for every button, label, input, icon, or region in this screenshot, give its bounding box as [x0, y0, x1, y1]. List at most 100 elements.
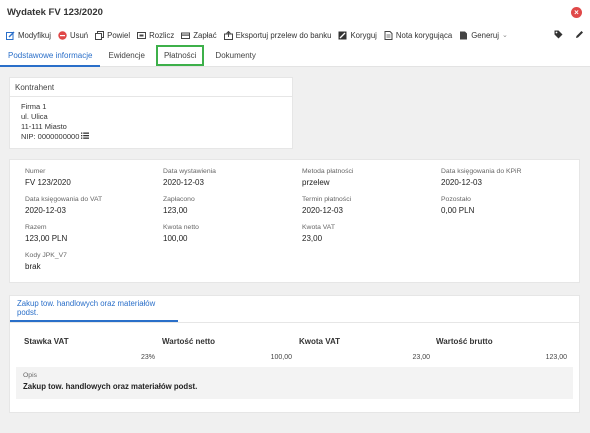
cell-vat-rate: 23% — [140, 354, 155, 361]
pencil-icon[interactable] — [575, 30, 584, 41]
field-net-amount-value: 100,00 — [163, 234, 188, 243]
tab-payments[interactable]: Płatności — [155, 45, 205, 66]
contractor-city: 11-111 Miasto — [21, 122, 67, 131]
close-icon[interactable]: × — [571, 7, 582, 18]
toolbar-right — [554, 26, 584, 44]
contractor-street: ul. Ulica — [21, 112, 48, 121]
window-title: Wydatek FV 123/2020 — [7, 6, 103, 18]
field-paid-label: Zapłacono — [163, 196, 195, 203]
tab-position-category-label: Zakup tow. handlowych oraz materiałów po… — [17, 299, 156, 317]
field-jpk-codes: Kody JPK_V7 brak — [25, 252, 67, 271]
pay-button[interactable]: Zapłać — [181, 30, 217, 40]
field-net-amount: Kwota netto 100,00 — [163, 224, 199, 243]
cell-vat-amount: 23,00 — [412, 354, 430, 361]
description-label: Opis — [23, 372, 37, 379]
field-vat-amount: Kwota VAT 23,00 — [302, 224, 335, 243]
delete-icon — [58, 30, 67, 40]
header-vat-rate: Stawka VAT — [24, 337, 69, 346]
correction-note-button[interactable]: Nota korygująca — [384, 30, 453, 40]
copy-label: Powiel — [107, 30, 131, 40]
field-paid-value: 123,00 — [163, 206, 188, 215]
expense-window: Wydatek FV 123/2020 × Modyfikuj Usuń Pow… — [0, 0, 590, 433]
positions-divider — [10, 322, 579, 323]
field-vat-date-value: 2020-12-03 — [25, 206, 66, 215]
tab-documents[interactable]: Dokumenty — [207, 45, 263, 66]
delete-button[interactable]: Usuń — [58, 31, 88, 40]
tab-position-category[interactable]: Zakup tow. handlowych oraz materiałów po… — [10, 296, 178, 322]
contractor-name: Firma 1 — [21, 102, 47, 111]
positions-card: Zakup tow. handlowych oraz materiałów po… — [9, 295, 580, 413]
export-icon — [223, 30, 233, 40]
contractor-card: Kontrahent Firma 1 ul. Ulica 11-111 Mias… — [9, 77, 293, 149]
export-button[interactable]: Eksportuj przelew do banku — [223, 30, 332, 40]
field-remaining: Pozostało 0,00 PLN — [441, 196, 474, 215]
cell-net-value: 100,00 — [270, 354, 292, 361]
contractor-header: Kontrahent — [10, 78, 292, 97]
pay-label: Zapłać — [193, 30, 217, 40]
edit-icon — [6, 31, 15, 40]
header-gross-value: Wartość brutto — [436, 337, 493, 346]
cell-gross-value: 123,00 — [545, 354, 567, 361]
field-total-label: Razem — [25, 224, 47, 231]
settle-icon — [137, 31, 147, 40]
chevron-down-icon: ⌄ — [501, 32, 508, 39]
copy-button[interactable]: Powiel — [95, 30, 131, 40]
correction-note-label: Nota korygująca — [395, 30, 453, 40]
field-kpir-date: Data księgowania do KPiR 2020-12-03 — [441, 168, 521, 187]
tab-records-label: Ewidencje — [108, 51, 145, 60]
field-due-date-label: Termin płatności — [302, 196, 352, 203]
field-total: Razem 123,00 PLN — [25, 224, 67, 243]
field-number-value: FV 123/2020 — [25, 178, 71, 187]
field-issue-date-label: Data wystawienia — [163, 168, 216, 175]
field-issue-date: Data wystawienia 2020-12-03 — [163, 168, 216, 187]
tab-records[interactable]: Ewidencje — [100, 45, 152, 66]
field-kpir-date-value: 2020-12-03 — [441, 178, 482, 187]
modify-label: Modyfikuj — [18, 30, 51, 40]
header-net-value: Wartość netto — [162, 337, 216, 346]
field-payment-method-value: przelew — [302, 178, 330, 187]
field-due-date-value: 2020-12-03 — [302, 206, 343, 215]
field-net-amount-label: Kwota netto — [163, 224, 199, 231]
field-payment-method: Metoda płatności przelew — [302, 168, 353, 187]
contractor-nip-row: NIP: 0000000000 — [21, 132, 292, 142]
field-kpir-date-label: Data księgowania do KPiR — [441, 168, 522, 175]
toolbar: Modyfikuj Usuń Powiel Rozlicz Zapłać Eks… — [0, 26, 590, 44]
tab-documents-label: Dokumenty — [215, 51, 256, 60]
delete-label: Usuń — [69, 30, 89, 40]
content-area: Kontrahent Firma 1 ul. Ulica 11-111 Mias… — [0, 67, 590, 433]
settle-button[interactable]: Rozlicz — [137, 31, 174, 40]
field-number: Numer FV 123/2020 — [25, 168, 71, 187]
tab-basic-info-label: Podstawowe informacje — [8, 51, 93, 60]
document-info-card: Numer FV 123/2020 Data wystawienia 2020-… — [9, 159, 580, 283]
field-number-label: Numer — [25, 168, 46, 175]
list-icon[interactable] — [81, 132, 90, 142]
field-issue-date-value: 2020-12-03 — [163, 178, 204, 187]
field-vat-date: Data księgowania do VAT 2020-12-03 — [25, 196, 102, 215]
tab-bar: Podstawowe informacje Ewidencje Płatnośc… — [0, 45, 590, 67]
settle-label: Rozlicz — [149, 30, 175, 40]
contractor-details: Firma 1 ul. Ulica 11-111 Miasto NIP: 000… — [10, 97, 292, 142]
field-paid: Zapłacono 123,00 — [163, 196, 195, 215]
field-due-date: Termin płatności 2020-12-03 — [302, 196, 351, 215]
tab-payments-label: Płatności — [163, 51, 197, 60]
field-vat-date-label: Data księgowania do VAT — [25, 196, 103, 203]
modify-button[interactable]: Modyfikuj — [6, 31, 51, 40]
correct-icon — [338, 31, 347, 40]
field-vat-amount-label: Kwota VAT — [302, 224, 335, 231]
note-icon — [384, 30, 393, 40]
field-total-value: 123,00 PLN — [25, 234, 68, 243]
correct-label: Koryguj — [350, 30, 377, 40]
field-jpk-codes-label: Kody JPK_V7 — [25, 252, 67, 259]
field-remaining-label: Pozostało — [441, 196, 471, 203]
field-jpk-codes-value: brak — [25, 262, 41, 271]
tag-icon[interactable] — [554, 30, 563, 41]
correct-button[interactable]: Koryguj — [338, 30, 377, 40]
tab-basic-info[interactable]: Podstawowe informacje — [0, 45, 101, 67]
generate-button[interactable]: Generuj ⌄ — [459, 31, 508, 40]
export-label: Eksportuj przelew do banku — [235, 30, 332, 40]
field-payment-method-label: Metoda płatności — [302, 168, 354, 175]
field-vat-amount-value: 23,00 — [302, 234, 323, 243]
field-remaining-value: 0,00 PLN — [441, 206, 475, 215]
generate-icon — [459, 31, 468, 40]
copy-icon — [95, 30, 105, 40]
